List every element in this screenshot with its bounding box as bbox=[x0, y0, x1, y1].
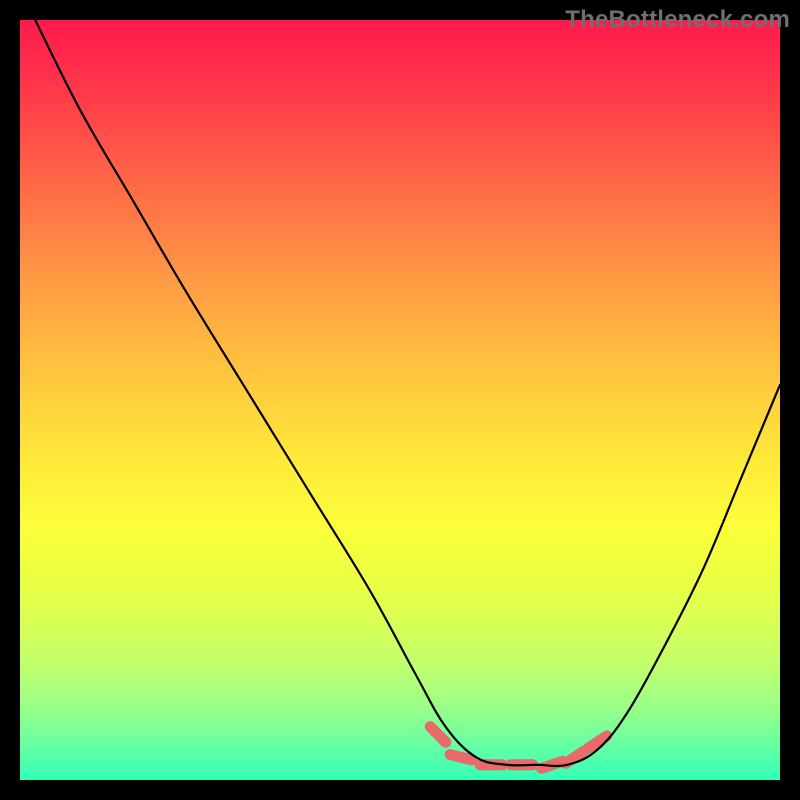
chart-stage: TheBottleneck.com bbox=[0, 0, 800, 800]
trough-marker bbox=[430, 727, 446, 743]
chart-svg bbox=[20, 20, 780, 780]
v-curve bbox=[35, 20, 780, 766]
trough-marker bbox=[450, 755, 471, 760]
trough-markers bbox=[430, 727, 607, 769]
watermark-text: TheBottleneck.com bbox=[565, 6, 790, 34]
